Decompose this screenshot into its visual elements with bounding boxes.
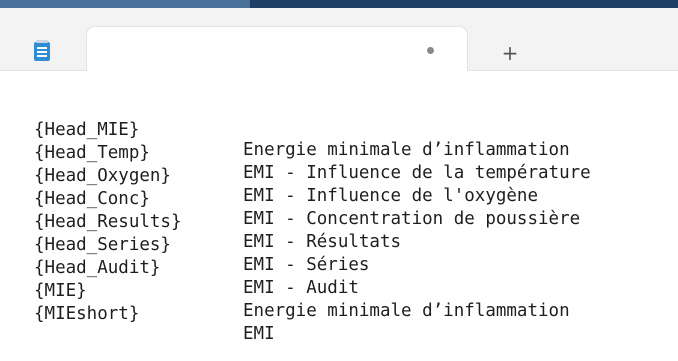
tab-untitled[interactable]: [87, 27, 467, 71]
editor-line: {Head_Temp} EMI - Influence de la tempér…: [0, 123, 678, 183]
unsaved-dot-icon[interactable]: [427, 47, 434, 54]
editor-line: {MIE} Energie minimale d’inflammation: [0, 261, 678, 321]
notepad-icon: [34, 40, 50, 61]
editor-line: {Head_Audit} EMI - Audit: [0, 238, 678, 298]
editor-line: {Head_Results} EMI - Résultats: [0, 192, 678, 252]
editor-line: {MIEshort} EMI: [0, 284, 678, 344]
editor-line: {Head_Series} EMI - Séries: [0, 215, 678, 275]
tab-bar: +: [0, 8, 678, 71]
new-tab-button[interactable]: +: [499, 43, 521, 65]
editor-line: {Head_Oxygen} EMI - Influence de l'oxygè…: [0, 146, 678, 206]
line-value: EMI: [243, 324, 275, 344]
title-bar-edge: [0, 0, 678, 8]
line-key: {MIEshort}: [34, 304, 140, 324]
title-bar-accent: [0, 0, 250, 8]
text-editor[interactable]: {Head_MIE} Energie minimale d’inflammati…: [0, 71, 678, 361]
editor-line: {Head_Conc} EMI - Concentration de pouss…: [0, 169, 678, 229]
editor-line: {Head_MIE} Energie minimale d’inflammati…: [0, 100, 678, 160]
notepad-window: + {Head_MIE} Energie minimale d’inflamma…: [0, 0, 678, 361]
